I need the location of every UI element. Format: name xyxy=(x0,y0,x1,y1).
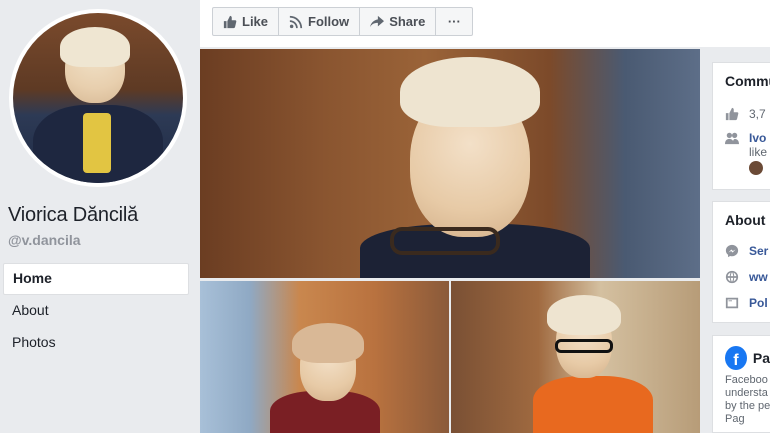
about-card: About Ser ww Pol xyxy=(712,201,770,323)
friend-name-link[interactable]: Ivo xyxy=(749,131,767,145)
cover-photo[interactable] xyxy=(200,49,700,278)
transparency-line: by the pe xyxy=(725,400,770,412)
action-button-group: Like Follow Share ··· xyxy=(212,7,474,36)
messenger-link[interactable]: Ser xyxy=(749,244,768,258)
follow-label: Follow xyxy=(308,14,350,29)
website-row[interactable]: ww xyxy=(713,264,770,290)
transparency-title: Pa xyxy=(752,350,770,366)
community-likes-row: 3,7 xyxy=(713,101,770,127)
like-button[interactable]: Like xyxy=(213,8,280,35)
nav-item-home[interactable]: Home xyxy=(3,263,189,295)
friend-likes-text: like xyxy=(749,145,768,159)
friends-icon xyxy=(725,132,739,145)
about-title: About xyxy=(725,212,766,228)
follow-button[interactable]: Follow xyxy=(279,8,361,35)
photo-thumbnail[interactable] xyxy=(451,281,700,433)
glasses-shape xyxy=(555,339,613,353)
community-title: Commu xyxy=(725,73,770,89)
glasses-shape xyxy=(390,227,500,255)
share-button[interactable]: Share xyxy=(360,8,437,35)
thumbs-up-icon xyxy=(223,15,237,28)
more-options-button[interactable]: ··· xyxy=(436,8,472,35)
page-username[interactable]: @v.dancila xyxy=(8,232,81,248)
messenger-icon xyxy=(725,244,739,258)
transparency-description: Faceboo understa by the pe Pag xyxy=(713,370,770,426)
category-row[interactable]: Pol xyxy=(713,290,770,316)
left-navigation: Home About Photos xyxy=(3,263,189,359)
facebook-logo-icon: f xyxy=(725,346,747,370)
page-title: Viorica Dăncilă xyxy=(8,204,139,226)
globe-icon xyxy=(725,270,739,284)
ellipsis-icon: ··· xyxy=(447,14,461,29)
transparency-line: understa xyxy=(725,387,768,399)
transparency-line: Faceboo xyxy=(725,374,768,386)
website-link[interactable]: ww xyxy=(749,270,768,284)
share-arrow-icon xyxy=(370,15,385,27)
rss-icon xyxy=(289,15,303,28)
nav-item-about[interactable]: About xyxy=(3,295,189,327)
like-label: Like xyxy=(242,14,269,29)
share-label: Share xyxy=(389,14,426,29)
profile-picture-image xyxy=(13,13,183,183)
friend-likes-row: Ivo like xyxy=(713,127,770,175)
nav-item-photos[interactable]: Photos xyxy=(3,327,189,359)
category-link[interactable]: Pol xyxy=(749,296,768,310)
page-category-icon xyxy=(725,297,739,309)
page-action-bar: Like Follow Share ··· xyxy=(200,0,770,47)
page-transparency-card: f Pa Faceboo understa by the pe Pag xyxy=(712,335,770,433)
messenger-row[interactable]: Ser xyxy=(713,238,770,264)
likes-count: 3,7 xyxy=(749,107,766,121)
transparency-line: Pag xyxy=(725,413,745,425)
community-card: Commu 3,7 Ivo like xyxy=(712,62,770,190)
profile-picture[interactable] xyxy=(9,9,187,187)
photo-thumbnail[interactable] xyxy=(200,281,449,433)
avatar[interactable] xyxy=(749,161,763,175)
thumbs-up-icon xyxy=(725,107,739,121)
